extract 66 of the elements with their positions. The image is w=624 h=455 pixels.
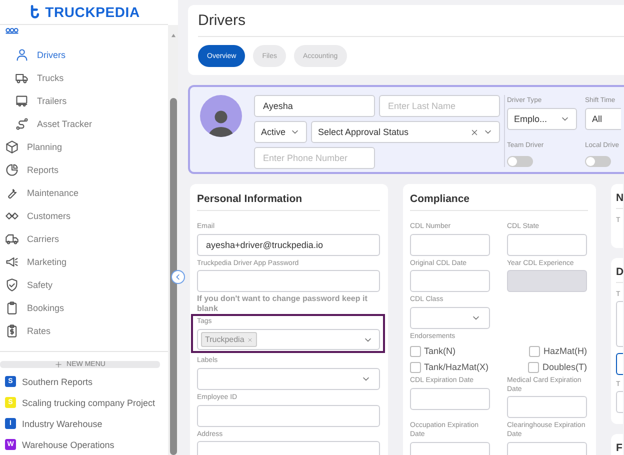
- checkbox[interactable]: [528, 362, 540, 373]
- project-link[interactable]: Scaling trucking company Project: [22, 398, 156, 408]
- checkbox-label: Tank/HazMat(X): [424, 362, 489, 372]
- route-icon: [15, 116, 29, 130]
- plus-icon: [54, 361, 62, 368]
- last-name-field[interactable]: Enter Last Name: [379, 95, 500, 117]
- shield-check-icon: [5, 278, 19, 292]
- status-select[interactable]: Active: [254, 121, 307, 143]
- card-title: F: [616, 442, 623, 455]
- card-title: D: [616, 266, 623, 280]
- brand-name: TRUCKPEDIA: [45, 4, 140, 20]
- checkbox[interactable]: [410, 362, 421, 373]
- project-link[interactable]: Industry Warehouse: [22, 418, 102, 428]
- card-title: Personal Information: [197, 192, 304, 207]
- select-field[interactable]: [197, 368, 380, 390]
- dollar-clipboard-icon: [5, 324, 19, 338]
- card-title: Compliance: [410, 192, 471, 207]
- sidebar-item[interactable]: Drivers: [0, 43, 168, 66]
- checkbox[interactable]: [529, 346, 540, 357]
- sidebar-item[interactable]: Bookings: [0, 296, 168, 319]
- text-area[interactable]: [616, 300, 623, 347]
- approval-status-select[interactable]: Select Approval Status: [311, 121, 500, 143]
- megaphone-icon: [5, 254, 19, 268]
- checkbox[interactable]: [410, 346, 421, 357]
- sidebar-item[interactable]: Rates: [0, 319, 168, 342]
- checkbox-label: HazMat(H): [543, 346, 587, 356]
- tag-chip[interactable]: Truckpedia: [201, 332, 258, 348]
- project-link[interactable]: Warehouse Operations: [22, 440, 114, 450]
- sidebar-item[interactable]: Marketing: [0, 250, 168, 273]
- card-title: N: [616, 192, 623, 206]
- toggle-switch[interactable]: [585, 156, 611, 167]
- clipboard-icon: [5, 300, 19, 314]
- shift-time-select[interactable]: All: [585, 108, 621, 130]
- sidebar-item[interactable]: Trailers: [0, 89, 168, 112]
- sidebar-item[interactable]: Maintenance: [0, 181, 168, 204]
- phone-field[interactable]: Enter Phone Number: [254, 147, 375, 169]
- toggle-switch[interactable]: [507, 156, 533, 167]
- input-field[interactable]: ayesha+driver@truckpedia.io: [197, 234, 380, 256]
- driver-type-select[interactable]: Emplo...: [507, 108, 577, 130]
- input-field[interactable]: [616, 352, 623, 375]
- trailer-icon: [15, 94, 29, 108]
- page-title: Drivers: [198, 11, 246, 31]
- van-icon: [5, 232, 19, 246]
- remove-icon: [247, 336, 254, 343]
- project-link[interactable]: Southern Reports: [22, 376, 93, 386]
- sidebar-item[interactable]: Safety: [0, 273, 168, 296]
- sidebar-item[interactable]: Carriers: [0, 227, 168, 250]
- select-field[interactable]: [410, 307, 490, 330]
- sidebar-item[interactable]: Trucks: [0, 66, 168, 89]
- sidebar-item[interactable]: Planning: [0, 135, 168, 158]
- checkbox-label: Tank(N): [424, 346, 456, 356]
- box-icon: [5, 140, 19, 154]
- sidebar-item[interactable]: Asset Tracker: [0, 112, 168, 135]
- chevron-left-icon: [174, 273, 182, 281]
- person-icon: [15, 48, 29, 62]
- helper-text: If you don't want to change password keep it blank: [197, 294, 368, 314]
- sidebar-item[interactable]: Customers: [0, 204, 168, 227]
- scrollbar-thumb[interactable]: [170, 98, 176, 455]
- checkbox-label: Doubles(T): [542, 362, 587, 372]
- sidebar-item[interactable]: Reports: [0, 158, 168, 181]
- pie-chart-icon: [5, 162, 19, 176]
- clear-icon: [470, 128, 479, 136]
- first-name-field[interactable]: Ayesha: [254, 95, 375, 117]
- tags-select[interactable]: Truckpedia: [197, 329, 380, 350]
- collapse-button[interactable]: [171, 270, 185, 284]
- scroll-up-icon: [170, 33, 176, 38]
